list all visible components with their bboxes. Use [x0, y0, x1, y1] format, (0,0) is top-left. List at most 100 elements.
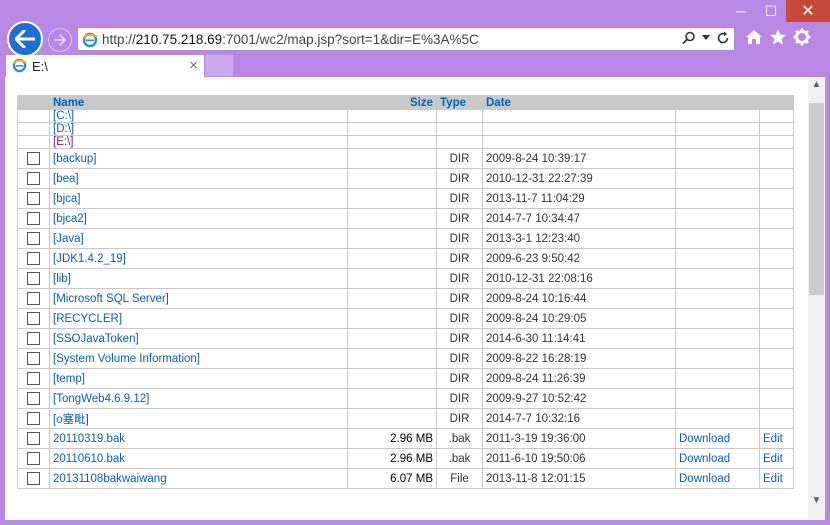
scroll-down-arrow[interactable]: ▼: [808, 495, 825, 506]
file-name-link[interactable]: [Microsoft SQL Server]: [49, 288, 348, 309]
download-link[interactable]: Download: [675, 468, 760, 489]
file-type: DIR: [436, 148, 483, 169]
row-checkbox[interactable]: [27, 152, 40, 165]
address-bar-actions: [682, 31, 730, 45]
tab-active[interactable]: E:\ ×: [6, 55, 204, 77]
dropdown-arrow-icon[interactable]: [702, 35, 710, 41]
row-checkbox[interactable]: [27, 292, 40, 305]
close-tab-icon[interactable]: ×: [189, 57, 198, 74]
search-icon[interactable]: [682, 31, 696, 45]
file-name-link[interactable]: [bjca]: [49, 188, 348, 209]
edit-link[interactable]: Edit: [759, 468, 794, 489]
select-cell: [17, 348, 50, 369]
maximize-button[interactable]: ☐: [756, 0, 786, 22]
file-name-link[interactable]: 20131108bakwaiwang: [49, 468, 348, 489]
file-name-link[interactable]: [bea]: [49, 168, 348, 189]
file-size: [347, 368, 437, 389]
drive-link[interactable]: [D:\]: [49, 122, 348, 136]
file-type: DIR: [436, 368, 483, 389]
file-name-link[interactable]: [System Volume Information]: [49, 348, 348, 369]
table-row: 20110610.bak 2.96 MB .bak 2011-6-10 19:50:0…: [17, 448, 794, 469]
row-checkbox[interactable]: [27, 232, 40, 245]
scroll-up-arrow[interactable]: ▲: [808, 79, 825, 90]
file-date: 2009-8-22 16:28:19: [482, 348, 676, 369]
vertical-scrollbar[interactable]: ▲ ▼: [808, 77, 825, 520]
close-window-button[interactable]: ✕: [786, 0, 830, 22]
file-name-link[interactable]: [RECYCLER]: [49, 308, 348, 329]
file-date: 2011-3-19 19:36:00: [482, 428, 676, 449]
edit-link[interactable]: Edit: [759, 448, 794, 469]
file-name-link[interactable]: [bjca2]: [49, 208, 348, 229]
row-checkbox[interactable]: [27, 372, 40, 385]
edit-link: [759, 388, 794, 409]
file-size: [347, 388, 437, 409]
drive-link[interactable]: [C:\]: [49, 109, 348, 123]
row-checkbox[interactable]: [27, 272, 40, 285]
url-text[interactable]: http://210.75.218.69:7001/wc2/map.jsp?so…: [102, 32, 479, 47]
empty-cell: [759, 135, 794, 149]
file-size: [347, 168, 437, 189]
file-date: 2009-6-23 9:50:42: [482, 248, 676, 269]
file-name-link[interactable]: [o塞毗]: [49, 408, 348, 429]
download-link: [675, 208, 760, 229]
header-date[interactable]: Date: [482, 95, 676, 110]
row-checkbox[interactable]: [27, 312, 40, 325]
browser-toolbar: [745, 28, 811, 46]
select-cell: [17, 468, 50, 489]
file-date: 2013-11-7 11:04:29: [482, 188, 676, 209]
forward-button[interactable]: [48, 28, 72, 52]
edit-link: [759, 368, 794, 389]
row-checkbox[interactable]: [27, 212, 40, 225]
file-name-link[interactable]: [backup]: [49, 148, 348, 169]
empty-cell: [675, 109, 760, 123]
file-date: 2009-9-27 10:52:42: [482, 388, 676, 409]
drive-link[interactable]: [E:\]: [49, 135, 348, 149]
file-name-link[interactable]: [temp]: [49, 368, 348, 389]
download-link: [675, 268, 760, 289]
row-checkbox[interactable]: [27, 172, 40, 185]
table-row: [RECYCLER] DIR 2009-8-24 10:29:05: [17, 308, 794, 329]
row-checkbox[interactable]: [27, 392, 40, 405]
edit-link: [759, 248, 794, 269]
row-checkbox[interactable]: [27, 192, 40, 205]
home-icon[interactable]: [745, 29, 763, 45]
file-name-link[interactable]: [Java]: [49, 228, 348, 249]
file-size: [347, 308, 437, 329]
file-size: 6.07 MB: [347, 468, 437, 489]
file-name-link[interactable]: [JDK1.4.2_19]: [49, 248, 348, 269]
file-name-link[interactable]: [SSOJavaToken]: [49, 328, 348, 349]
row-checkbox[interactable]: [27, 472, 40, 485]
row-checkbox[interactable]: [27, 432, 40, 445]
edit-link[interactable]: Edit: [759, 428, 794, 449]
file-name-link[interactable]: 20110319.bak: [49, 428, 348, 449]
new-tab-button[interactable]: [205, 55, 233, 76]
header-select: [17, 95, 50, 110]
row-checkbox[interactable]: [27, 252, 40, 265]
download-link[interactable]: Download: [675, 448, 760, 469]
file-date: 2009-8-24 10:16:44: [482, 288, 676, 309]
address-bar[interactable]: http://210.75.218.69:7001/wc2/map.jsp?so…: [77, 27, 735, 51]
row-checkbox[interactable]: [27, 352, 40, 365]
edit-link: [759, 408, 794, 429]
file-size: [347, 288, 437, 309]
header-size[interactable]: Size: [347, 95, 437, 110]
select-cell: [17, 228, 50, 249]
row-checkbox[interactable]: [27, 452, 40, 465]
minimize-button[interactable]: ─: [726, 0, 756, 22]
favorites-star-icon[interactable]: [769, 28, 787, 46]
row-checkbox[interactable]: [27, 332, 40, 345]
row-checkbox[interactable]: [27, 412, 40, 425]
file-name-link[interactable]: [TongWeb4.6.9.12]: [49, 388, 348, 409]
header-type[interactable]: Type: [436, 95, 483, 110]
empty-cell: [675, 135, 760, 149]
file-type: DIR: [436, 388, 483, 409]
back-button[interactable]: [7, 21, 43, 57]
header-name[interactable]: Name: [49, 95, 348, 110]
scrollbar-thumb[interactable]: [809, 103, 824, 295]
file-name-link[interactable]: 20110610.bak: [49, 448, 348, 469]
download-link[interactable]: Download: [675, 428, 760, 449]
gear-icon[interactable]: [793, 28, 811, 46]
empty-cell: [759, 122, 794, 136]
refresh-icon[interactable]: [716, 31, 730, 45]
file-name-link[interactable]: [lib]: [49, 268, 348, 289]
